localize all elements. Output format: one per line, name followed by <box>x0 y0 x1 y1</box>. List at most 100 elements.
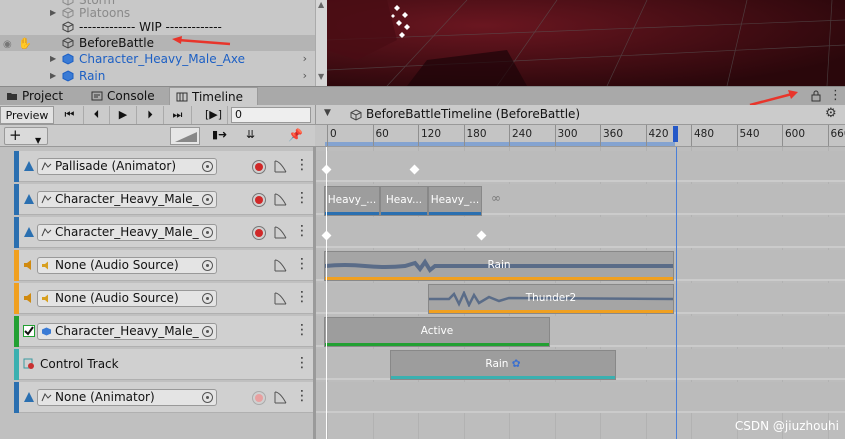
frame-field[interactable]: 0 <box>231 107 311 123</box>
pin-icon[interactable]: 📌 <box>288 128 303 142</box>
record-button[interactable] <box>252 193 266 207</box>
ruler-tick-label: 240 <box>512 128 533 140</box>
settings-gear-icon[interactable]: ⚙ <box>825 106 837 121</box>
tab-menu-kebab-icon[interactable]: ⋮ <box>829 88 842 103</box>
object-picker-icon[interactable] <box>202 227 213 238</box>
hierarchy-scrollbar[interactable]: ▲ ▼ <box>315 0 327 86</box>
scene-view[interactable] <box>327 0 845 86</box>
tab-project[interactable]: Project <box>0 87 85 106</box>
play-range-button[interactable]: [▶] <box>200 106 228 124</box>
chevron-right-icon[interactable]: › <box>303 68 307 84</box>
clip-rain-audio[interactable]: Rain <box>324 251 674 281</box>
scroll-down-icon[interactable]: ▼ <box>318 72 324 81</box>
timeline-selector-dropdown-icon[interactable]: ▼ <box>324 108 331 118</box>
track-binding-field[interactable]: None (Audio Source) <box>37 257 217 274</box>
curves-toggle-icon[interactable] <box>274 193 287 206</box>
clip-heavy-2[interactable]: Heav... <box>380 186 428 216</box>
clip-thunder-audio[interactable]: Thunder2 <box>428 284 674 314</box>
hierarchy-item-wip[interactable]: ------------- WIP ------------- <box>0 19 315 35</box>
object-picker-icon[interactable] <box>202 161 213 172</box>
zoom-slider[interactable] <box>170 127 200 145</box>
expand-triangle-icon[interactable]: ▶ <box>50 51 56 67</box>
scroll-up-icon[interactable]: ▲ <box>318 0 324 9</box>
chevron-right-icon[interactable]: › <box>303 51 307 67</box>
expand-triangle-icon[interactable]: ▶ <box>50 68 56 84</box>
lane-audio-1[interactable]: Rain <box>316 250 845 281</box>
track-binding-field[interactable]: Pallisade (Animator) <box>37 158 217 175</box>
snap-to-frame-icon[interactable]: ▮➜ <box>212 128 227 141</box>
hierarchy-item-character-axe[interactable]: ▶ Character_Heavy_Male_Axe › <box>0 51 315 67</box>
lane-animator-none[interactable] <box>316 382 845 413</box>
ripple-edit-icon[interactable]: ⇊ <box>246 128 255 141</box>
keyframe-marker[interactable] <box>409 164 420 175</box>
lane-control[interactable]: Rain ✿ <box>316 349 845 380</box>
clip-heavy-3[interactable]: Heavy_... <box>428 186 482 216</box>
track-binding-field[interactable]: None (Audio Source) <box>37 290 217 307</box>
activation-checkbox-icon[interactable] <box>23 325 35 337</box>
curves-toggle-icon[interactable] <box>274 391 287 404</box>
track-binding-field[interactable]: Character_Heavy_Male_ <box>37 191 217 208</box>
curves-toggle-icon[interactable] <box>274 259 287 272</box>
pick-hand-icon[interactable]: ✋ <box>18 36 32 52</box>
tab-timeline[interactable]: Timeline <box>169 87 258 106</box>
track-control[interactable]: Control Track ⋮ <box>14 349 313 380</box>
clip-active[interactable]: Active <box>324 317 550 347</box>
object-picker-icon[interactable] <box>202 326 213 337</box>
ruler-tick-label: 360 <box>603 128 624 140</box>
track-character-1[interactable]: Character_Heavy_Male_ ⋮ <box>14 184 313 215</box>
record-button[interactable] <box>252 160 266 174</box>
object-picker-icon[interactable] <box>202 260 213 271</box>
object-picker-icon[interactable] <box>202 293 213 304</box>
track-animator-none[interactable]: None (Animator) ⋮ <box>14 382 313 413</box>
curves-toggle-icon[interactable] <box>274 226 287 239</box>
track-color-bar <box>14 151 19 182</box>
track-menu-kebab-icon[interactable]: ⋮ <box>295 289 309 305</box>
record-button-disabled[interactable] <box>252 391 266 405</box>
time-ruler[interactable]: 0 60 120 180 240 300 360 420 480 540 600 660 <box>315 125 845 147</box>
curves-toggle-icon[interactable] <box>274 160 287 173</box>
track-menu-kebab-icon[interactable]: ⋮ <box>295 190 309 206</box>
track-menu-kebab-icon[interactable]: ⋮ <box>295 223 309 239</box>
track-color-bar <box>14 316 19 347</box>
keyframe-marker[interactable] <box>476 230 487 241</box>
track-audio-1[interactable]: None (Audio Source) ⋮ <box>14 250 313 281</box>
timeline-asset-label[interactable]: BeforeBattleTimeline (BeforeBattle) <box>366 107 580 121</box>
lane-activation[interactable]: Active <box>316 316 845 347</box>
clip-heavy-1[interactable]: Heavy_... <box>324 186 380 216</box>
previous-frame-button[interactable]: ⏴ <box>84 106 110 124</box>
hierarchy-item-beforebattle[interactable]: ◉ ✋ BeforeBattle <box>0 35 315 51</box>
object-picker-icon[interactable] <box>202 392 213 403</box>
track-activation[interactable]: Character_Heavy_Male_ ⋮ <box>14 316 313 347</box>
track-binding-field[interactable]: None (Animator) <box>37 389 217 406</box>
tab-console[interactable]: Console <box>85 87 169 106</box>
track-menu-kebab-icon[interactable]: ⋮ <box>295 355 309 371</box>
clip-rain-control[interactable]: Rain ✿ <box>390 350 616 380</box>
slope-icon <box>175 132 197 142</box>
track-menu-kebab-icon[interactable]: ⋮ <box>295 157 309 173</box>
next-frame-button[interactable]: ⏵ <box>137 106 164 124</box>
track-binding-field[interactable]: Character_Heavy_Male_ <box>37 224 217 241</box>
lane-audio-2[interactable]: Thunder2 <box>316 283 845 314</box>
curves-toggle-icon[interactable] <box>274 292 287 305</box>
go-to-start-button[interactable]: ⏮ <box>56 106 84 124</box>
track-audio-2[interactable]: None (Audio Source) ⋮ <box>14 283 313 314</box>
track-menu-kebab-icon[interactable]: ⋮ <box>295 322 309 338</box>
record-button[interactable] <box>252 226 266 240</box>
lock-icon[interactable] <box>811 90 821 102</box>
lane-character-2[interactable] <box>316 217 845 248</box>
preview-button[interactable]: Preview <box>0 106 54 124</box>
track-pallisade[interactable]: Pallisade (Animator) ⋮ <box>14 151 313 182</box>
object-picker-icon[interactable] <box>202 194 213 205</box>
go-to-end-button[interactable]: ⏭ <box>164 106 192 124</box>
lane-character-1[interactable]: Heavy_... Heav... Heavy_... ∞ <box>316 184 845 216</box>
track-character-2[interactable]: Character_Heavy_Male_ ⋮ <box>14 217 313 248</box>
play-button[interactable]: ▶ <box>110 106 137 124</box>
track-menu-kebab-icon[interactable]: ⋮ <box>295 256 309 272</box>
hierarchy-item-rain[interactable]: ▶ Rain › <box>0 68 315 84</box>
lane-pallisade[interactable] <box>316 151 845 182</box>
track-menu-kebab-icon[interactable]: ⋮ <box>295 388 309 404</box>
track-binding-field[interactable]: Character_Heavy_Male_ <box>37 323 217 340</box>
add-track-button[interactable]: + ▼ <box>4 127 48 145</box>
playhead-handle[interactable] <box>673 126 678 142</box>
timeline-content[interactable]: Heavy_... Heav... Heavy_... ∞ Rain Thund… <box>316 147 845 439</box>
